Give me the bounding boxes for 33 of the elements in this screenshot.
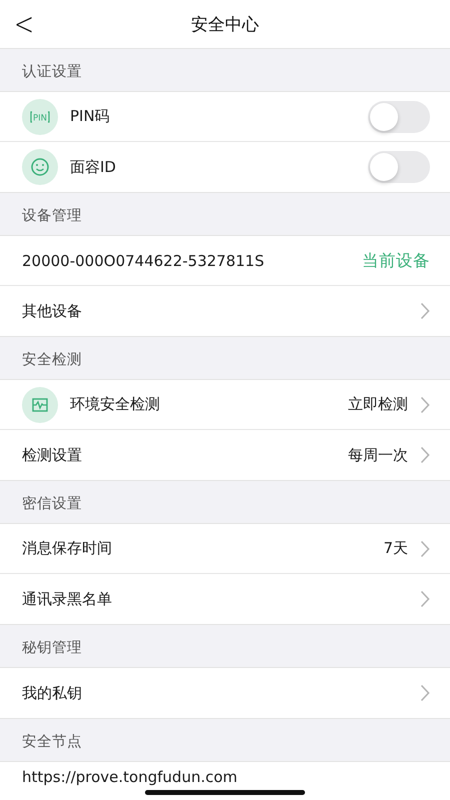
chevron-right-icon [420,396,430,414]
toggle-switch[interactable] [368,151,430,183]
chevron-right-icon [420,446,430,464]
page-title: 安全中心 [191,14,259,36]
pulse-icon [22,386,58,422]
row-label: https://prove.tongfudun.com [22,768,238,786]
row-label: 其他设备 [22,302,83,320]
row-label: 消息保存时间 [22,539,113,558]
device-id: 20000-000O0744622-5327811S [22,252,266,270]
status-label: 当前设备 [362,250,430,272]
back-button[interactable]: < [10,6,38,42]
row-label: 通讯录黑名单 [22,590,113,608]
pin-icon: PIN [22,98,58,134]
row-label: 面容ID [70,158,117,176]
section-header: 秘钥管理 [22,639,82,657]
section-header: 安全节点 [22,732,82,751]
section-header: 认证设置 [22,63,82,81]
toggle-switch[interactable] [368,100,430,132]
chevron-right-icon [420,684,430,702]
row-value: 7天 [383,539,408,558]
chevron-right-icon [420,540,430,558]
chevron-right-icon [420,590,430,608]
row-label: 环境安全检测 [70,395,161,414]
section-header: 安全检测 [22,350,82,369]
row-label: PIN码 [70,107,111,126]
section-header: 设备管理 [22,207,82,225]
section-header: 密信设置 [22,494,82,513]
row-value: 每周一次 [348,446,408,464]
row-label: 检测设置 [22,446,83,464]
row-label: 我的私钥 [22,684,83,702]
smiley-icon [22,149,58,185]
row-value: 立即检测 [348,395,408,414]
chevron-right-icon [420,302,430,320]
